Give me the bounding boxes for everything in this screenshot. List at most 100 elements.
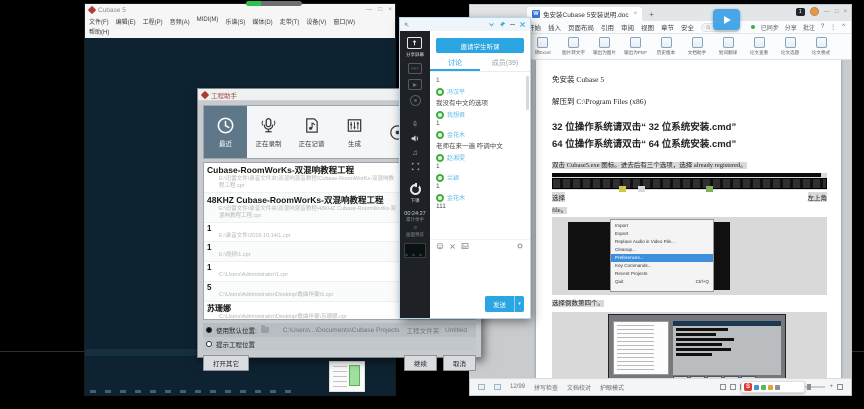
more-menu-icon[interactable]: ⋮: [830, 24, 836, 31]
tool-to-excel[interactable]: 转Excel: [527, 37, 558, 56]
proofread-toggle[interactable]: 文档校对: [567, 383, 591, 392]
status-mini-icon-2[interactable]: [494, 384, 501, 390]
ime-toolbar[interactable]: S: [741, 381, 805, 393]
menu-window[interactable]: 窗口(W): [333, 17, 355, 26]
ribbon-tab-security[interactable]: 安全: [681, 22, 694, 32]
menu-transport[interactable]: 走带(T): [280, 17, 300, 26]
document-tab[interactable]: W 免安装Cubase 5安装说明.doc ×: [527, 7, 642, 21]
expand-button[interactable]: [411, 162, 420, 171]
music-button[interactable]: ♫: [412, 148, 418, 157]
tool-paper-format[interactable]: 论文格式: [806, 37, 837, 56]
ribbon-tab-references[interactable]: 引用: [601, 22, 614, 32]
back-arrow-icon[interactable]: [404, 22, 410, 28]
sogou-ime-icon[interactable]: S: [744, 383, 752, 391]
option-default-location[interactable]: 使用默认位置: C:\Users\...\Documents\Cubase Pr…: [203, 323, 476, 337]
menu-devices[interactable]: 设备(V): [306, 17, 326, 26]
emoji-icon[interactable]: [436, 242, 444, 250]
chat-message-list[interactable]: 1 冯汉平 我没有中文的选项 我想君 1 金花木 老师在来一遍 咋调中文 赵湘雯…: [430, 72, 530, 239]
ime-tool-icon-1[interactable]: [754, 385, 759, 390]
tool-doc-assistant[interactable]: 文档助手: [682, 37, 713, 56]
zoom-in-icon[interactable]: +: [829, 384, 833, 390]
ribbon-tab-insert[interactable]: 插入: [548, 22, 561, 32]
share-button[interactable]: 分享: [785, 23, 797, 32]
tool-image-to-text[interactable]: 图片转文字: [558, 37, 589, 56]
tool-paper-topic[interactable]: 论文选题: [775, 37, 806, 56]
menu-score[interactable]: 乐谱(S): [225, 17, 245, 26]
option-prompt-location[interactable]: 提示工程位置: [203, 337, 476, 351]
screen-preview-thumbnail[interactable]: [404, 243, 426, 258]
status-mini-icon-1[interactable]: [478, 384, 485, 390]
tool-export-pdf[interactable]: 输出为PDF: [620, 37, 651, 56]
maximize-icon[interactable]: □: [378, 4, 382, 16]
radio-prompt-location[interactable]: [206, 341, 212, 347]
ribbon-tab-section[interactable]: 章节: [661, 22, 674, 32]
chat-input-area[interactable]: [430, 252, 530, 296]
tool-export-image[interactable]: 输出为图片: [589, 37, 620, 56]
fullscreen-icon[interactable]: [837, 384, 843, 390]
minimize-icon[interactable]: —: [366, 4, 373, 16]
screenshot-icon[interactable]: [449, 243, 456, 250]
menu-audio[interactable]: 音频(A): [170, 17, 190, 26]
cancel-button[interactable]: 取消: [443, 355, 476, 371]
tab-discussion[interactable]: 讨论: [430, 58, 480, 71]
ppt-button[interactable]: PPT: [408, 63, 422, 74]
tab-members[interactable]: 成员(39): [480, 58, 530, 71]
new-tab-button[interactable]: +: [649, 7, 654, 21]
settings-gear-icon[interactable]: [516, 242, 524, 250]
close-icon[interactable]: ×: [843, 9, 847, 15]
ime-tool-icon-3[interactable]: [768, 385, 773, 390]
ime-tool-icon-4[interactable]: [775, 385, 780, 390]
minimize-icon[interactable]: [510, 24, 515, 25]
play-video-button[interactable]: [408, 79, 422, 90]
tool-paper-check[interactable]: 论文查重: [744, 37, 775, 56]
menu-file[interactable]: 文件(F): [89, 17, 109, 26]
floating-play-button[interactable]: [713, 9, 740, 30]
document-page[interactable]: 免安装 Cubase 5 解压到 C:\Program Files (x86) …: [536, 60, 841, 378]
end-class-button[interactable]: 下课: [410, 184, 421, 204]
chat-scrollbar[interactable]: [526, 76, 529, 110]
menu-help[interactable]: 帮助(H): [89, 27, 109, 36]
sync-status[interactable]: 已同步: [761, 23, 779, 32]
tab-close-icon[interactable]: ×: [634, 11, 638, 17]
open-other-button[interactable]: 打开其它: [203, 355, 249, 371]
eye-protection-toggle[interactable]: 护眼模式: [600, 383, 624, 392]
camera-button[interactable]: [410, 95, 421, 106]
category-scoring[interactable]: 正在记谱: [290, 106, 333, 158]
ribbon-tab-view[interactable]: 视图: [641, 22, 654, 32]
share-screen-button[interactable]: 分享屏幕: [405, 37, 425, 58]
spellcheck-toggle[interactable]: 拼写检查: [534, 383, 558, 392]
collapse-ribbon-icon[interactable]: ^: [842, 24, 845, 30]
mic-button[interactable]: [411, 119, 419, 129]
help-icon[interactable]: ?: [821, 24, 824, 30]
tool-translate[interactable]: 划词翻译: [713, 37, 744, 56]
doc-line-doubleclick: 双击 Cubase5.exe 图标。进去后有三个选项，选择 already re…: [552, 159, 827, 169]
radio-default-location[interactable]: [206, 327, 212, 333]
minimize-icon[interactable]: —: [824, 9, 830, 15]
menu-edit[interactable]: 编辑(E): [116, 17, 136, 26]
send-options-caret[interactable]: ▾: [514, 296, 524, 312]
menu-media[interactable]: 媒体(D): [252, 17, 272, 26]
speaker-button[interactable]: [410, 134, 420, 143]
category-recent[interactable]: 最近: [204, 106, 247, 158]
category-recording[interactable]: 正在录制: [247, 106, 290, 158]
send-button[interactable]: 发送: [485, 296, 514, 312]
tool-history[interactable]: 历史版本: [651, 37, 682, 56]
menu-midi[interactable]: MIDI(M): [197, 17, 219, 26]
continue-button[interactable]: 继续: [404, 355, 437, 371]
ribbon-tab-layout[interactable]: 页面布局: [568, 22, 594, 32]
pin-icon[interactable]: [499, 21, 506, 28]
close-icon[interactable]: [519, 21, 526, 28]
chevron-down-icon[interactable]: [488, 21, 495, 28]
category-production[interactable]: 生成: [333, 106, 376, 158]
image-icon[interactable]: [461, 242, 469, 250]
account-avatar[interactable]: [810, 7, 819, 16]
menu-project[interactable]: 工程(P): [143, 17, 163, 26]
invite-students-button[interactable]: 邀请学生听课: [436, 38, 524, 53]
ribbon-tab-review[interactable]: 审阅: [621, 22, 634, 32]
maximize-icon[interactable]: □: [835, 9, 839, 15]
ime-tool-icon-2[interactable]: [761, 385, 766, 390]
close-icon[interactable]: ×: [388, 4, 392, 16]
view-mode-icon-1[interactable]: [720, 384, 726, 390]
comment-button[interactable]: 批注: [803, 23, 815, 32]
view-mode-icon-2[interactable]: [730, 384, 736, 390]
